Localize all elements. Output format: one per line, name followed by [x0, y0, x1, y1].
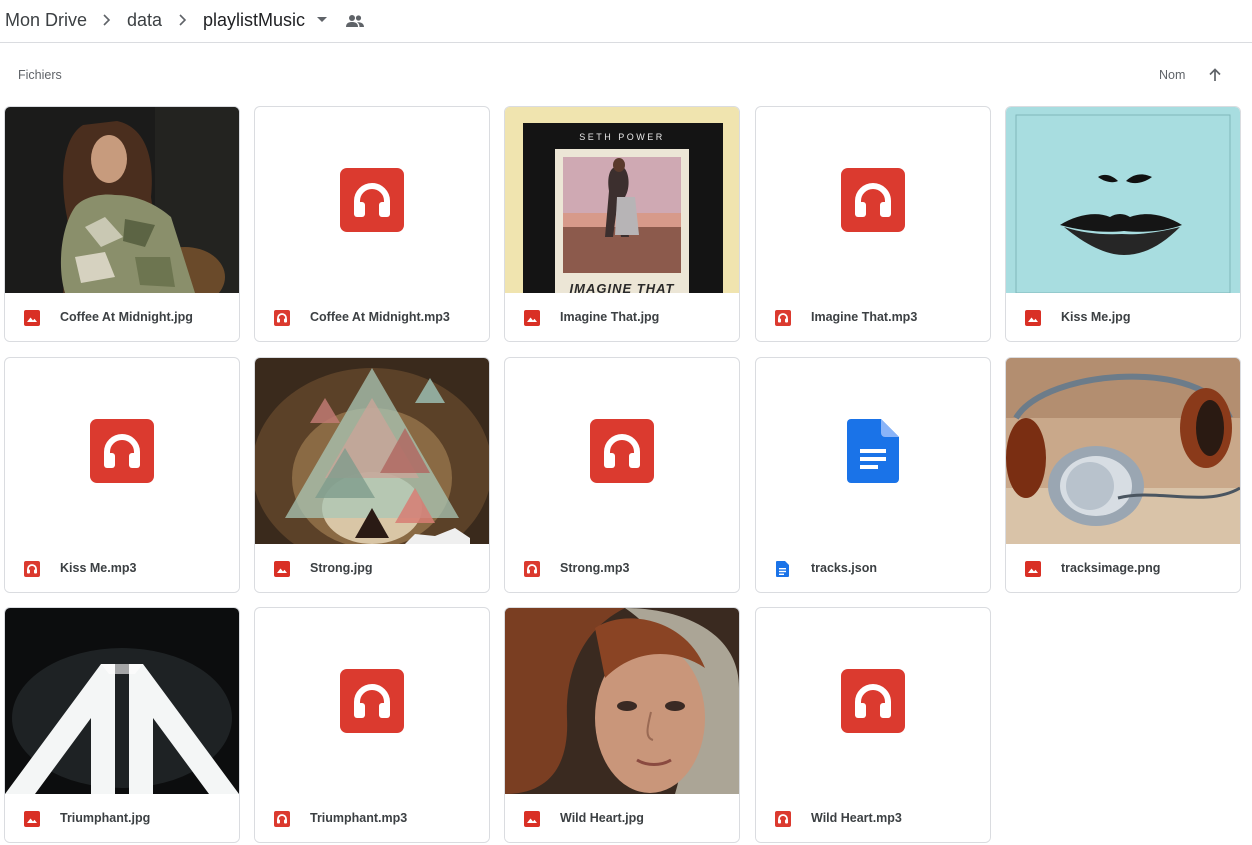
file-name: Coffee At Midnight.mp3: [310, 310, 450, 324]
file-name: Triumphant.mp3: [310, 811, 408, 825]
file-name: Triumphant.jpg: [60, 811, 151, 825]
file-name: tracksimage.png: [1061, 561, 1161, 575]
shared-people-icon[interactable]: [345, 13, 365, 29]
file-card[interactable]: Strong.jpg: [254, 357, 490, 593]
image-thumbnail: [5, 107, 239, 293]
album-artist-text: SETH POWER: [579, 132, 665, 142]
image-thumbnail: [1006, 107, 1240, 293]
file-card[interactable]: Wild Heart.jpg: [504, 607, 740, 843]
file-name: tracks.json: [811, 561, 878, 575]
file-name: Strong.jpg: [310, 561, 373, 575]
image-thumbnail: [505, 608, 739, 794]
file-card[interactable]: Coffee At Midnight.mp3: [254, 106, 490, 342]
headphones-icon: [340, 669, 404, 733]
headphones-icon: [841, 669, 905, 733]
headphones-icon: [340, 168, 404, 232]
file-card[interactable]: Strong.mp3: [504, 357, 740, 593]
image-icon: [1025, 561, 1041, 577]
chevron-right-icon: [179, 14, 187, 26]
file-name: Wild Heart.mp3: [811, 811, 902, 825]
chevron-right-icon: [103, 14, 111, 26]
image-icon: [1025, 310, 1041, 326]
caret-down-icon[interactable]: [316, 15, 328, 25]
file-card[interactable]: SETH POWER IMAGINE THAT Imagine That.jpg: [504, 106, 740, 342]
file-name: Kiss Me.mp3: [60, 561, 137, 575]
document-file-icon: [776, 561, 789, 577]
breadcrumb-current-folder[interactable]: playlistMusic: [203, 9, 305, 31]
audio-file-icon: [775, 310, 791, 326]
image-icon: [274, 561, 290, 577]
section-label-files: Fichiers: [18, 68, 62, 82]
file-name: Strong.mp3: [560, 561, 630, 575]
file-card[interactable]: Imagine That.mp3: [755, 106, 991, 342]
file-name: Coffee At Midnight.jpg: [60, 310, 193, 324]
image-icon: [524, 811, 540, 827]
image-thumbnail: [1006, 358, 1240, 544]
image-icon: [24, 310, 40, 326]
file-card[interactable]: Kiss Me.mp3: [4, 357, 240, 593]
arrow-up-icon[interactable]: [1206, 66, 1224, 84]
image-icon: [524, 310, 540, 326]
audio-file-icon: [524, 561, 540, 577]
sort-by-name-button[interactable]: Nom: [1159, 68, 1185, 83]
audio-file-icon: [274, 811, 290, 827]
image-thumbnail: SETH POWER IMAGINE THAT: [505, 107, 739, 293]
file-name: Wild Heart.jpg: [560, 811, 644, 825]
image-thumbnail: [255, 358, 489, 544]
headphones-icon: [841, 168, 905, 232]
image-icon: [24, 811, 40, 827]
file-card[interactable]: Triumphant.mp3: [254, 607, 490, 843]
file-card[interactable]: tracksimage.png: [1005, 357, 1241, 593]
headphones-icon: [590, 419, 654, 483]
album-title-text: IMAGINE THAT: [570, 281, 675, 293]
audio-file-icon: [24, 561, 40, 577]
file-card[interactable]: Triumphant.jpg: [4, 607, 240, 843]
file-card[interactable]: tracks.json: [755, 357, 991, 593]
file-card[interactable]: Coffee At Midnight.jpg: [4, 106, 240, 342]
file-card[interactable]: Kiss Me.jpg: [1005, 106, 1241, 342]
document-icon: [847, 419, 899, 483]
file-name: Imagine That.jpg: [560, 310, 660, 324]
audio-file-icon: [274, 310, 290, 326]
file-card[interactable]: Wild Heart.mp3: [755, 607, 991, 843]
breadcrumb-mon-drive[interactable]: Mon Drive: [5, 9, 87, 31]
headphones-icon: [90, 419, 154, 483]
file-name: Imagine That.mp3: [811, 310, 918, 324]
breadcrumb-bar: Mon Drive data playlistMusic: [0, 0, 1252, 43]
audio-file-icon: [775, 811, 791, 827]
image-thumbnail: [5, 608, 239, 794]
breadcrumb-data[interactable]: data: [127, 9, 162, 31]
file-name: Kiss Me.jpg: [1061, 310, 1131, 324]
